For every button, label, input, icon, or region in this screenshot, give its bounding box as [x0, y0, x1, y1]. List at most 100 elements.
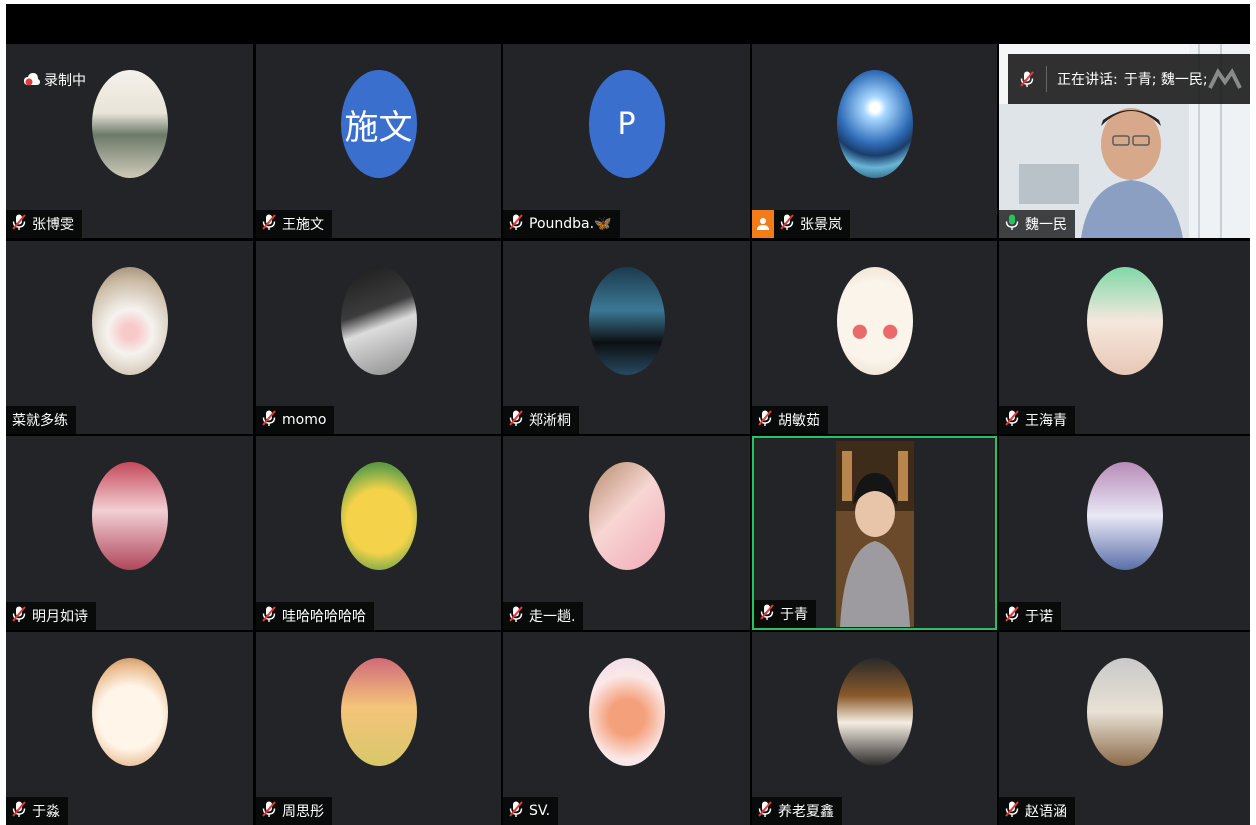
muted-mic-icon — [507, 213, 529, 235]
muted-mic-icon — [260, 605, 282, 627]
participant-tile[interactable]: 养老夏鑫 — [752, 632, 997, 825]
participant-tile[interactable]: 哇哈哈哈哈哈 — [256, 436, 501, 630]
active-mic-icon — [1003, 213, 1025, 235]
participant-name: 于诺 — [1025, 609, 1053, 625]
recording-label: 录制中 — [44, 73, 86, 89]
avatar-initials: 施文 — [344, 107, 413, 148]
participant-name-label: 周思彤 — [256, 797, 332, 825]
muted-mic-icon — [10, 605, 32, 627]
participant-name: momo — [282, 412, 327, 428]
avatar: P — [588, 70, 665, 178]
participant-tile[interactable]: 菜就多练 — [6, 241, 253, 434]
participant-name: 菜就多练 — [12, 413, 68, 429]
avatar — [91, 267, 168, 375]
participant-name-label: 张博雯 — [6, 210, 82, 238]
participant-name-label: 王施文 — [256, 210, 332, 238]
participant-tile[interactable]: 郑淅桐 — [503, 241, 750, 434]
participant-name: 胡敏茹 — [778, 413, 820, 429]
participant-name: 赵语涵 — [1025, 804, 1067, 820]
participant-name-label: 走一趟. — [503, 602, 584, 630]
recording-indicator[interactable]: 录制中 — [24, 70, 86, 90]
participant-name: 于淼 — [32, 804, 60, 820]
muted-mic-icon — [260, 213, 282, 235]
participant-name-label: 菜就多练 — [6, 406, 76, 434]
meeting-window: 张博雯 录制中 施文 王施文 P Poundba.🦋 张景岚 正在讲话: 于青; 魏一民; 魏一民… — [6, 4, 1250, 825]
participant-tile[interactable]: 胡敏茹 — [752, 241, 997, 434]
participant-name: 养老夏鑫 — [778, 804, 834, 820]
participant-tile[interactable]: 张博雯 录制中 — [6, 44, 253, 238]
participant-name: 明月如诗 — [32, 609, 88, 625]
avatar — [836, 658, 913, 766]
active-speaker-banner: 正在讲话: 于青; 魏一民; — [1008, 54, 1250, 104]
divider — [1046, 66, 1047, 92]
speaking-names: 于青; 魏一民; — [1123, 72, 1208, 88]
participant-name: SV. — [529, 803, 551, 819]
participant-name: 哇哈哈哈哈哈 — [282, 609, 366, 625]
participant-name: 于青 — [780, 607, 808, 623]
participant-tile[interactable]: 于诺 — [999, 436, 1250, 630]
avatar — [836, 267, 913, 375]
participant-name: 王施文 — [282, 217, 324, 233]
participant-tile[interactable]: P Poundba.🦋 — [503, 44, 750, 238]
host-icon — [752, 210, 774, 238]
participant-name: 魏一民 — [1025, 217, 1067, 233]
muted-mic-icon — [756, 409, 778, 431]
avatar-initials: P — [617, 106, 636, 142]
avatar — [1086, 658, 1163, 766]
participant-name-label: 胡敏茹 — [752, 406, 828, 434]
participant-name: Poundba.🦋 — [529, 216, 612, 232]
muted-mic-icon — [507, 800, 529, 822]
avatar — [340, 658, 417, 766]
participant-name-label: 郑淅桐 — [503, 406, 579, 434]
participant-name-label: 于诺 — [999, 602, 1061, 630]
avatar — [340, 462, 417, 570]
muted-mic-icon — [507, 409, 529, 431]
participant-name-label: 哇哈哈哈哈哈 — [256, 602, 374, 630]
muted-mic-icon — [260, 800, 282, 822]
muted-mic-icon — [1003, 800, 1025, 822]
participant-tile[interactable]: 走一趟. — [503, 436, 750, 630]
participant-tile[interactable]: 于青 — [752, 436, 997, 630]
avatar — [836, 70, 913, 178]
participant-name-label: momo — [256, 406, 335, 434]
participant-name: 张博雯 — [32, 217, 74, 233]
avatar — [588, 267, 665, 375]
participant-name: 张景岚 — [800, 217, 842, 233]
participant-tile[interactable]: 周思彤 — [256, 632, 501, 825]
muted-mic-icon — [507, 605, 529, 627]
muted-mic-icon — [1003, 605, 1025, 627]
participant-name: 王海青 — [1025, 413, 1067, 429]
participant-name-label: 养老夏鑫 — [752, 797, 842, 825]
participant-tile[interactable]: 施文王施文 — [256, 44, 501, 238]
muted-mic-icon — [10, 213, 32, 235]
participant-tile[interactable]: 张景岚 — [752, 44, 997, 238]
participant-tile[interactable]: 于淼 — [6, 632, 253, 825]
speaking-label: 正在讲话: — [1057, 72, 1118, 88]
muted-mic-icon — [10, 800, 32, 822]
participant-tile[interactable]: momo — [256, 241, 501, 434]
muted-mic-icon — [756, 800, 778, 822]
participant-tile[interactable]: 正在讲话: 于青; 魏一民; 魏一民 — [999, 44, 1250, 238]
participant-name-label: 赵语涵 — [999, 797, 1075, 825]
avatar — [91, 462, 168, 570]
avatar — [340, 267, 417, 375]
avatar: 施文 — [340, 70, 417, 178]
participant-tile[interactable]: SV. — [503, 632, 750, 825]
participant-name-label: 张景岚 — [752, 210, 850, 238]
recording-icon — [24, 73, 40, 86]
participant-tile[interactable]: 赵语涵 — [999, 632, 1250, 825]
participant-name-label: 于青 — [754, 600, 816, 628]
muted-mic-icon — [758, 603, 780, 625]
avatar — [1086, 267, 1163, 375]
participant-name-label: SV. — [503, 797, 559, 825]
participant-tile[interactable]: 王海青 — [999, 241, 1250, 434]
avatar — [1086, 462, 1163, 570]
participant-name: 郑淅桐 — [529, 413, 571, 429]
participant-name-label: Poundba.🦋 — [503, 210, 620, 238]
avatar — [588, 658, 665, 766]
avatar — [91, 70, 168, 178]
muted-mic-icon — [1003, 409, 1025, 431]
muted-mic-icon — [778, 213, 800, 235]
app-logo-icon — [1208, 68, 1242, 89]
participant-tile[interactable]: 明月如诗 — [6, 436, 253, 630]
